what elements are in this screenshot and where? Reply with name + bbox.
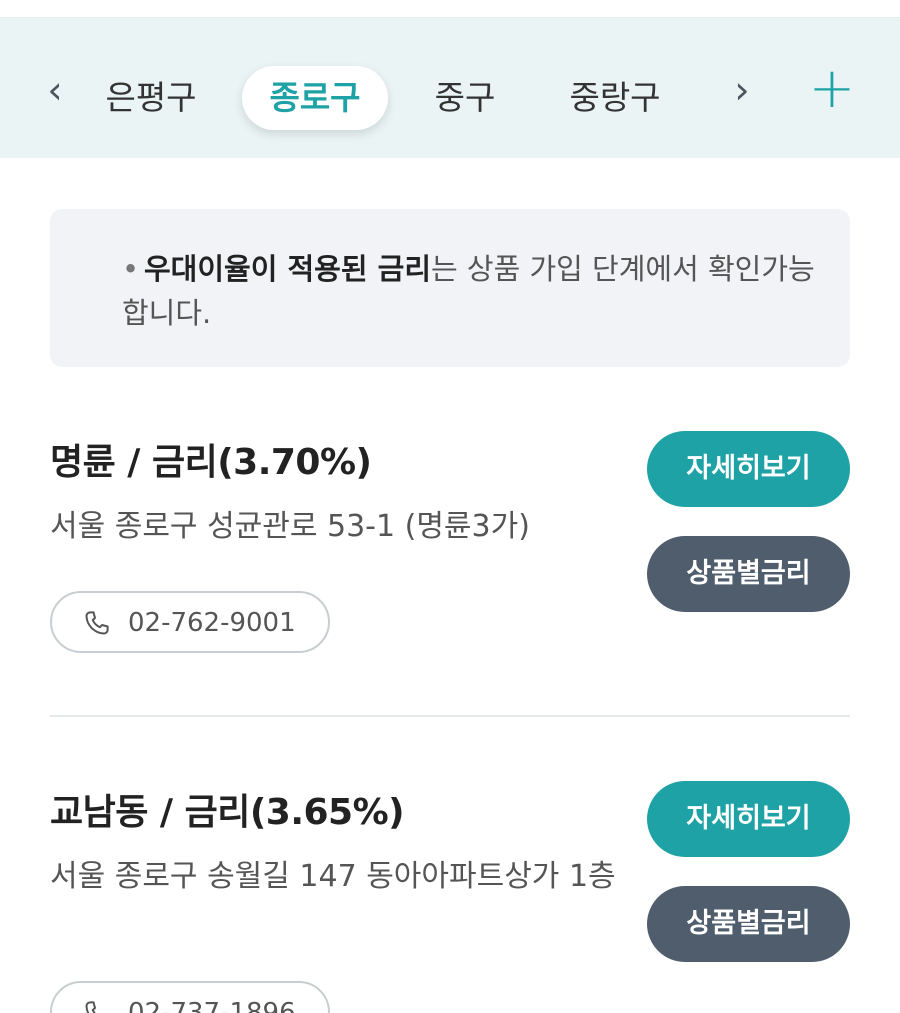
chevron-right-icon[interactable]: › [727,71,757,112]
branch-address: 서울 종로구 성균관로 53-1 (명륜3가) [50,509,530,544]
tab-eunpyeong[interactable]: 은평구 [98,66,204,130]
branch-address: 서울 종로구 송월길 147 동아아파트상가 1층 [50,859,616,894]
divider [50,715,850,717]
phone-icon [85,1001,96,1013]
phone-button[interactable]: 02-737-1896 [50,981,330,1013]
notice-text: • 우대이율이 적용된 금리는 상품 가입 단계에서 확인가능합니다. [122,247,822,335]
phone-number: 02-737-1896 [128,998,296,1013]
branch-title: 교남동 / 금리(3.65%) [50,792,405,833]
branch-title: 명륜 / 금리(3.70%) [50,442,372,483]
plus-icon[interactable]: + [806,61,858,118]
phone-number: 02-762-9001 [128,608,296,638]
top-border [0,0,900,18]
notice-box: • 우대이율이 적용된 금리는 상품 가입 단계에서 확인가능합니다. [50,209,850,367]
notice-bold: 우대이율이 적용된 금리 [144,252,431,286]
chevron-left-icon[interactable]: ‹ [40,71,70,112]
phone-button[interactable]: 02-762-9001 [50,591,330,653]
district-tab-bar: ‹ 은평구 종로구 중구 중랑구 › + [0,18,900,158]
bullet: • [122,252,140,286]
tab-jung[interactable]: 중구 [428,66,502,130]
phone-icon [85,611,109,635]
product-rate-button[interactable]: 상품별금리 [647,886,850,962]
tab-jungnang[interactable]: 중랑구 [564,66,666,130]
tab-jongno[interactable]: 종로구 [242,66,388,130]
detail-button[interactable]: 자세히보기 [647,781,850,857]
product-rate-button[interactable]: 상품별금리 [647,536,850,612]
detail-button[interactable]: 자세히보기 [647,431,850,507]
